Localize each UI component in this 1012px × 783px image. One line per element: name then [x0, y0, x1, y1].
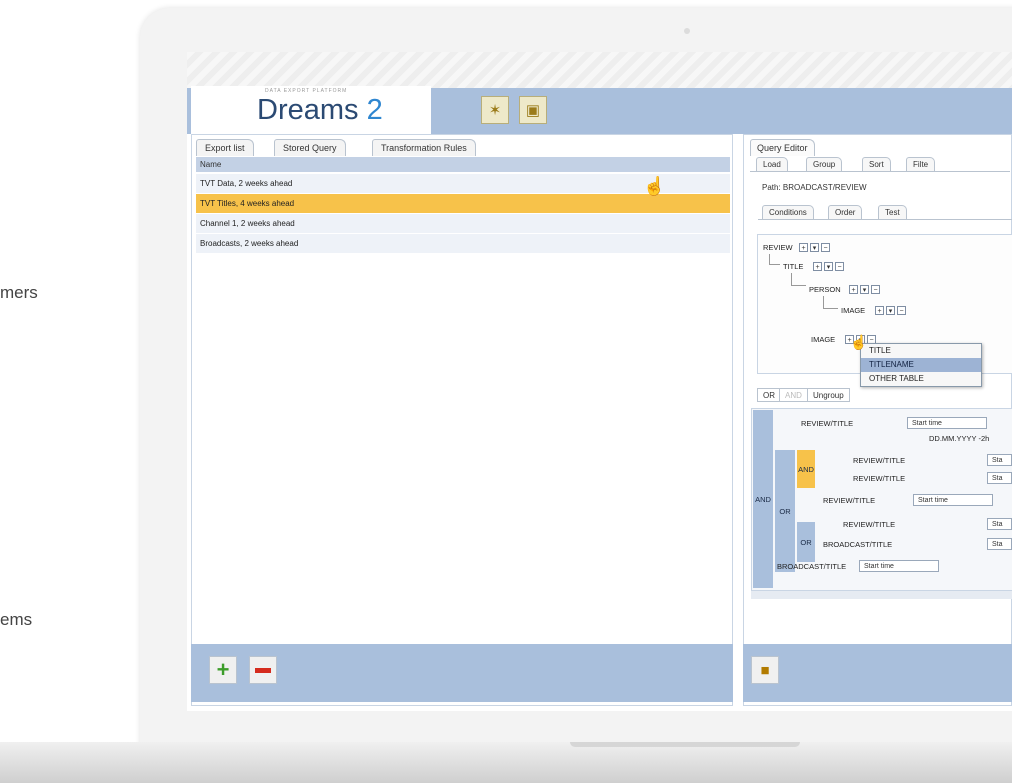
condition-operator-select[interactable]: Sta — [987, 538, 1012, 550]
condition-field: REVIEW/TITLE — [853, 474, 906, 483]
horizontal-scrollbar[interactable] — [751, 590, 1012, 599]
condition-field: BROADCAST/TITLE — [823, 540, 893, 549]
logo: DATA EXPORT PLATFORM Dreams 2 — [191, 86, 431, 134]
tree-node-image-2[interactable]: IMAGE — [811, 335, 835, 344]
condition-field: BROADCAST/TITLE — [777, 562, 847, 571]
app-screen: DATA EXPORT PLATFORM Dreams 2 ✶ ▣ Export… — [187, 52, 1012, 711]
group-or-nested[interactable]: OR — [797, 522, 815, 562]
right-footer: ■ — [743, 644, 1012, 702]
table-dropdown: TITLE TITLENAME OTHER TABLE — [860, 343, 982, 387]
tab-stored-query[interactable]: Stored Query — [274, 139, 346, 156]
tree-down-icon[interactable]: ▾ — [860, 285, 869, 294]
query-document-button[interactable]: ▣ — [519, 96, 547, 124]
or-button[interactable]: OR — [757, 388, 781, 402]
ungroup-button[interactable]: Ungroup — [807, 388, 850, 402]
group-and-highlight[interactable]: AND — [797, 450, 815, 488]
app-header: DATA EXPORT PLATFORM Dreams 2 ✶ ▣ — [187, 52, 1012, 134]
tab-test[interactable]: Test — [878, 205, 907, 220]
tree-add-icon[interactable]: + — [813, 262, 822, 271]
and-button[interactable]: AND — [779, 388, 808, 402]
group-and-outer[interactable]: AND — [753, 410, 773, 588]
subtabs-divider — [758, 219, 1012, 220]
tree-down-icon[interactable]: ▾ — [810, 243, 819, 252]
logo-text: Dreams — [257, 94, 359, 126]
tabs-divider — [750, 171, 1010, 172]
condition-field: REVIEW/TITLE — [801, 419, 854, 428]
dropdown-item-selected[interactable]: TITLENAME — [861, 358, 981, 372]
side-text-2: ems — [0, 610, 33, 629]
minus-icon — [255, 667, 271, 673]
condition-operator-select[interactable]: Start time — [913, 494, 993, 506]
left-footer: + — [191, 644, 733, 702]
condition-operator-select[interactable]: Start time — [907, 417, 987, 429]
tab-filter[interactable]: Filte — [906, 157, 936, 172]
path-value: BROADCAST/REVIEW — [782, 183, 867, 192]
tree-remove-icon[interactable]: − — [821, 243, 830, 252]
save-icon: ■ — [760, 661, 770, 679]
add-button[interactable]: + — [209, 656, 237, 684]
tab-export-list[interactable]: Export list — [196, 139, 254, 156]
tree-connector — [769, 254, 780, 265]
export-search-button[interactable]: ✶ — [481, 96, 509, 124]
list-item[interactable]: Channel 1, 2 weeks ahead — [196, 214, 730, 233]
remove-button[interactable] — [249, 656, 277, 684]
tab-group[interactable]: Group — [806, 157, 843, 172]
tree-remove-icon[interactable]: − — [897, 306, 906, 315]
tree-add-icon[interactable]: + — [875, 306, 884, 315]
tab-sort[interactable]: Sort — [862, 157, 891, 172]
tree-add-icon[interactable]: + — [849, 285, 858, 294]
dropdown-item[interactable]: TITLE — [861, 344, 981, 358]
condition-value: DD.MM.YYYY -2h — [929, 434, 990, 443]
tree-connector — [823, 296, 838, 309]
tree-node-review[interactable]: REVIEW — [763, 243, 793, 252]
condition-operator-select[interactable]: Sta — [987, 518, 1012, 530]
side-text-1: mers — [0, 283, 38, 302]
tab-query-editor[interactable]: Query Editor — [750, 139, 815, 156]
base-notch — [570, 742, 800, 747]
tree-node-image[interactable]: IMAGE — [841, 306, 865, 315]
condition-operator-select[interactable]: Start time — [859, 560, 939, 572]
condition-operator-select[interactable]: Sta — [987, 454, 1012, 466]
tree-remove-icon[interactable]: − — [871, 285, 880, 294]
plus-icon: + — [216, 657, 230, 682]
export-search-icon: ✶ — [488, 102, 502, 119]
pointer-cursor-icon: ☝ — [850, 334, 868, 350]
condition-field: REVIEW/TITLE — [843, 520, 896, 529]
camera-dot — [684, 28, 690, 34]
save-button[interactable]: ■ — [751, 656, 779, 684]
laptop-base — [0, 742, 1012, 783]
path-label: Path: — [762, 183, 781, 192]
group-or-inner[interactable]: OR — [775, 450, 795, 572]
tab-order[interactable]: Order — [828, 205, 863, 220]
tree-down-icon[interactable]: ▾ — [824, 262, 833, 271]
tree-node-title[interactable]: TITLE — [783, 262, 803, 271]
condition-field: REVIEW/TITLE — [853, 456, 906, 465]
tab-transformation-rules[interactable]: Transformation Rules — [372, 139, 476, 156]
tree-node-person[interactable]: PERSON — [809, 285, 841, 294]
dropdown-item[interactable]: OTHER TABLE — [861, 372, 981, 386]
query-document-icon: ▣ — [525, 102, 541, 119]
tree-remove-icon[interactable]: − — [835, 262, 844, 271]
logo-version: 2 — [366, 94, 383, 126]
tree-down-icon[interactable]: ▾ — [886, 306, 895, 315]
condition-operator-select[interactable]: Sta — [987, 472, 1012, 484]
condition-field: REVIEW/TITLE — [823, 496, 876, 505]
left-tabs: Export list Stored Query Transformation … — [192, 135, 732, 156]
query-path: Path: BROADCAST/REVIEW — [762, 183, 867, 192]
tree-connector — [791, 273, 806, 286]
tab-load[interactable]: Load — [756, 157, 788, 172]
tab-conditions[interactable]: Conditions — [762, 205, 814, 220]
hand-cursor-icon: ☝ — [643, 176, 666, 196]
export-panel: Export list Stored Query Transformation … — [191, 134, 733, 706]
list-item[interactable]: Broadcasts, 2 weeks ahead — [196, 234, 730, 253]
tree-add-icon[interactable]: + — [799, 243, 808, 252]
logo-name: Dreams 2 — [257, 94, 383, 127]
list-header[interactable]: Name — [196, 157, 730, 172]
